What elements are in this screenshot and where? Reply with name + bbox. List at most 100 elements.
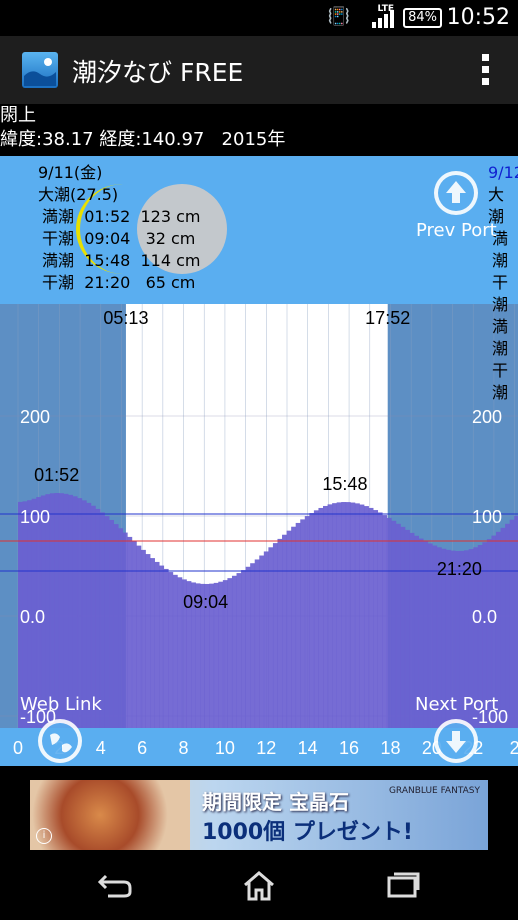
- location-name: 閖上: [0, 105, 36, 126]
- x-tick-label: 18: [380, 738, 400, 758]
- ad-info-icon[interactable]: i: [36, 828, 52, 844]
- tide-bar: [109, 519, 114, 728]
- tide-bar: [400, 526, 406, 728]
- tide-bar: [136, 545, 142, 728]
- tide-bar: [263, 551, 269, 728]
- y-tick-label-left: 100: [20, 507, 50, 527]
- day1-row: 満潮 01:52 123 cm: [42, 207, 201, 226]
- location-coords: 緯度:38.17 経度:140.97: [0, 129, 205, 150]
- tide-bar: [241, 570, 247, 728]
- tide-bar: [58, 493, 64, 728]
- x-tick-label: 2: [510, 738, 518, 758]
- day1-row: 満潮 15:48 114 cm: [42, 251, 201, 270]
- ad-banner[interactable]: GRANBLUE FANTASY 期間限定 宝晶石 1000個 プレゼント! i: [30, 780, 488, 850]
- tide-bar: [245, 566, 251, 728]
- tide-bar: [168, 572, 174, 728]
- back-icon[interactable]: [97, 870, 134, 908]
- tide-bar: [282, 534, 287, 728]
- tide-extreme-label: 21:20: [437, 559, 482, 579]
- tide-bar: [295, 522, 301, 728]
- ad-brand: GRANBLUE FANTASY: [388, 786, 480, 796]
- battery-indicator: 84%: [403, 8, 442, 28]
- day2-row: 干潮: [492, 361, 509, 402]
- tide-bar: [254, 559, 260, 728]
- y-tick-label-right: 200: [472, 407, 502, 427]
- x-tick-label: 14: [298, 738, 318, 758]
- tide-bar: [236, 573, 242, 728]
- location-info: 閖上 緯度:38.17 経度:140.97 2015年: [0, 104, 518, 156]
- tide-bar: [395, 523, 401, 728]
- overflow-menu-icon[interactable]: [482, 54, 490, 88]
- tide-bar: [332, 503, 338, 728]
- web-link-button[interactable]: Web Link: [20, 694, 102, 715]
- tide-bar: [386, 517, 392, 728]
- day1-tide-type: 大潮(27.5): [38, 185, 119, 204]
- x-tick-label: 0: [13, 738, 23, 758]
- tide-bar: [140, 549, 146, 728]
- tide-bar: [250, 563, 256, 728]
- day1-tide-info: 9/11(金) 大潮(27.5) 満潮 01:52 123 cm 干潮 09:0…: [38, 162, 200, 294]
- ad-character-image: [30, 780, 190, 850]
- tide-bar: [345, 502, 351, 728]
- tide-bar: [514, 515, 518, 728]
- tide-bar: [359, 504, 365, 728]
- x-tick-label: 10: [215, 738, 235, 758]
- tide-bar: [231, 575, 237, 728]
- tide-bar: [300, 519, 306, 728]
- recent-apps-icon[interactable]: [386, 870, 420, 908]
- status-bar: 📳 LTE 84% 10:52: [0, 0, 518, 36]
- tide-bar: [382, 515, 388, 728]
- tide-bar: [45, 494, 51, 728]
- tide-bar: [500, 527, 506, 728]
- action-bar: 潮汐なび FREE: [0, 36, 518, 104]
- tide-extreme-label: 01:52: [34, 465, 79, 485]
- next-port-icon[interactable]: [434, 719, 478, 763]
- next-port-button[interactable]: Next Port: [415, 694, 498, 715]
- day2-row: 満潮: [492, 317, 509, 358]
- tide-bar: [341, 502, 347, 728]
- sunset-label: 17:52: [365, 308, 410, 328]
- tide-bar: [327, 504, 333, 728]
- y-tick-label-right: 100: [472, 507, 502, 527]
- tide-bar: [49, 493, 55, 728]
- day1-row: 干潮 21:20 65 cm: [42, 273, 196, 292]
- tide-chart[interactable]: 200 100 0.0 -100 200 100 0.0 -100 05:13 17:52 01:5…: [0, 156, 518, 774]
- ad-subline: 1000個 プレゼント!: [202, 820, 413, 845]
- tide-bar: [177, 577, 183, 728]
- y-tick-label-left: 200: [20, 407, 50, 427]
- tide-bar: [104, 516, 110, 728]
- tide-bar: [54, 493, 60, 728]
- tide-bar: [172, 574, 178, 728]
- day2-date: 9/12: [488, 163, 518, 182]
- tide-bar: [118, 528, 124, 728]
- x-tick-label: 8: [179, 738, 189, 758]
- tide-bar: [505, 523, 511, 728]
- globe-icon[interactable]: [38, 719, 82, 763]
- tide-bar: [304, 516, 310, 728]
- tide-bar: [131, 541, 137, 728]
- tide-bar: [323, 505, 328, 728]
- home-icon[interactable]: [242, 870, 276, 910]
- tide-extreme-label: 15:48: [322, 474, 367, 494]
- tide-bar: [336, 502, 342, 728]
- tide-bar: [509, 519, 515, 728]
- tide-bar: [373, 510, 379, 728]
- day2-tide-info: 9/12 大潮 満潮 干潮 満潮 干潮: [488, 162, 518, 404]
- tide-extreme-label: 09:04: [183, 592, 228, 612]
- y-tick-label-left: 0.0: [20, 607, 45, 627]
- tide-bar: [409, 532, 415, 728]
- tide-bar: [63, 493, 69, 728]
- tide-bar: [259, 555, 265, 728]
- tide-bar: [291, 526, 297, 728]
- tide-bar: [127, 536, 133, 728]
- location-year: 2015年: [221, 129, 286, 150]
- tide-bar: [268, 547, 274, 728]
- day1-row: 干潮 09:04 32 cm: [42, 229, 196, 248]
- prev-port-button[interactable]: Prev Port: [416, 220, 497, 241]
- tide-bar: [150, 558, 155, 728]
- system-nav-bar: [0, 852, 518, 920]
- y-tick-label-right: 0.0: [472, 607, 497, 627]
- prev-port-icon[interactable]: [434, 171, 478, 215]
- app-title: 潮汐なび FREE: [72, 58, 244, 87]
- app-logo-icon: [22, 52, 58, 88]
